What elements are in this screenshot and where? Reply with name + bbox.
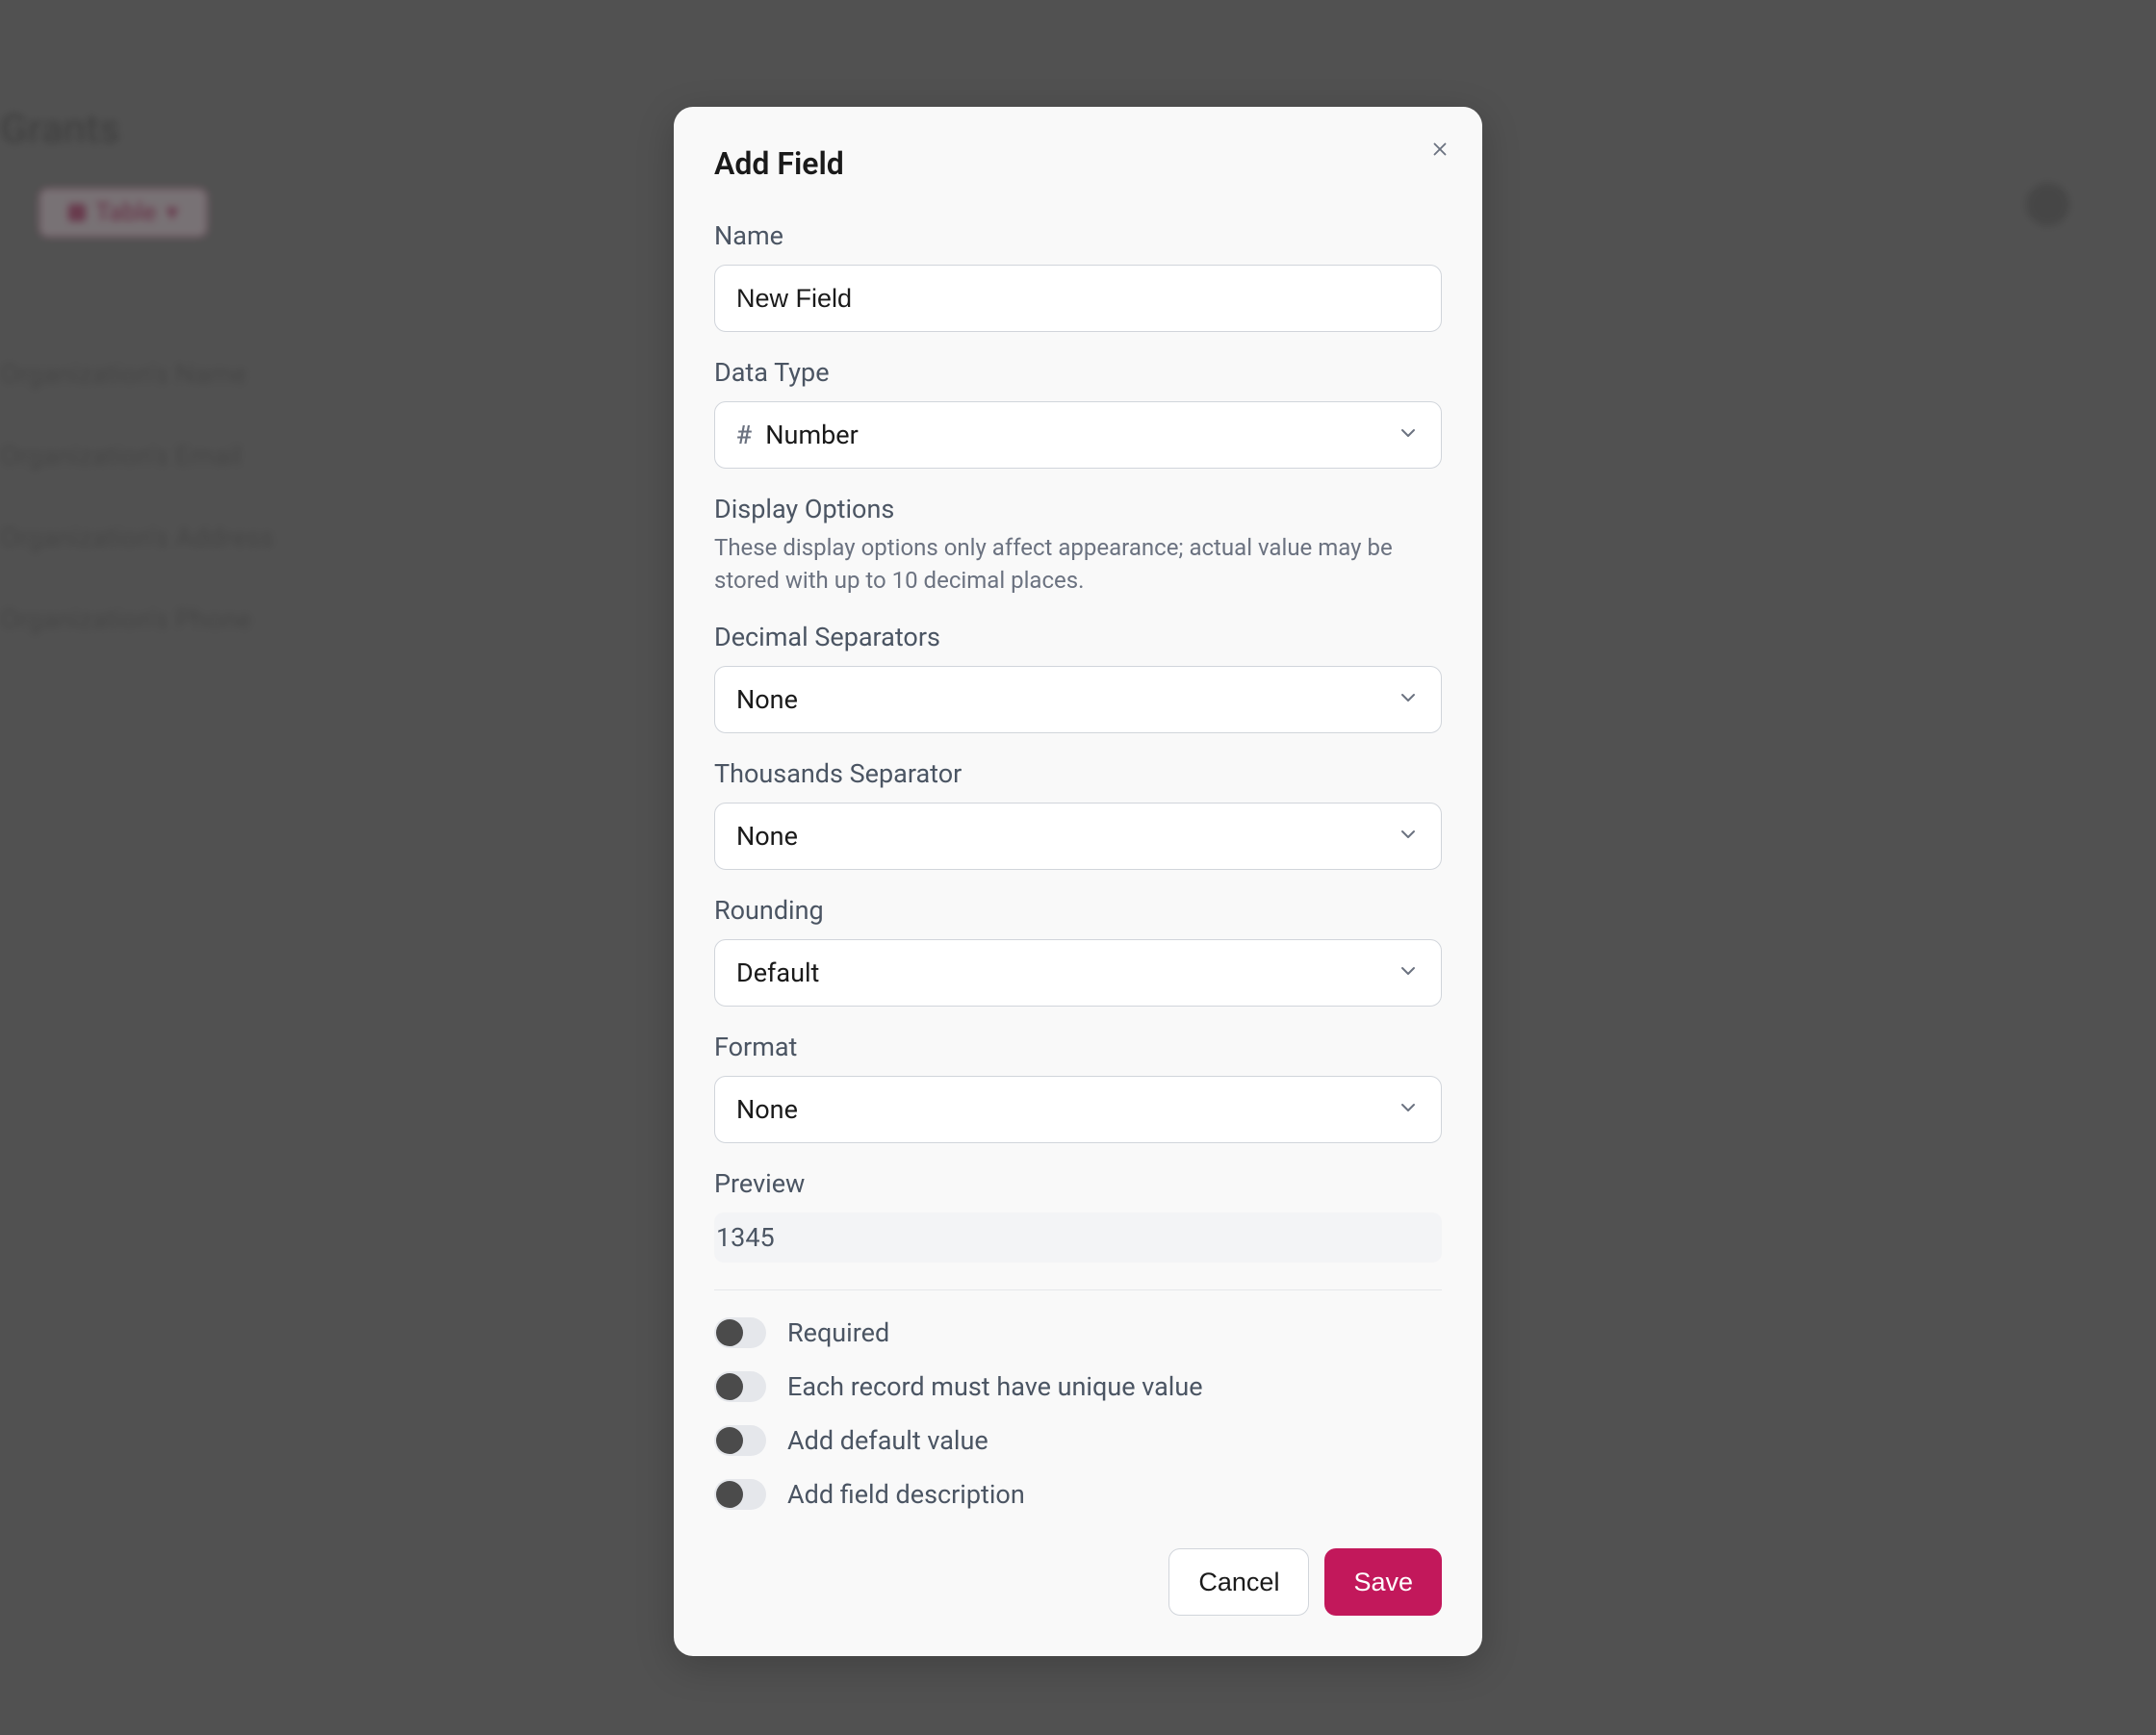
chevron-down-icon [1397, 823, 1420, 850]
format-label: Format [714, 1032, 1442, 1062]
field-description-toggle-row: Add field description [714, 1479, 1442, 1510]
close-icon [1429, 139, 1450, 160]
save-button[interactable]: Save [1324, 1548, 1442, 1616]
close-button[interactable] [1426, 136, 1453, 163]
format-select[interactable]: None [714, 1076, 1442, 1143]
decimal-separators-select[interactable]: None [714, 666, 1442, 733]
chevron-down-icon [1397, 421, 1420, 448]
rounding-group: Rounding Default [714, 895, 1442, 1007]
thousands-separator-group: Thousands Separator None [714, 758, 1442, 870]
default-value-toggle-label: Add default value [787, 1425, 988, 1456]
required-toggle[interactable] [714, 1317, 766, 1348]
display-options-section: Display Options These display options on… [714, 494, 1442, 597]
decimal-separators-label: Decimal Separators [714, 622, 1442, 652]
rounding-label: Rounding [714, 895, 1442, 926]
format-group: Format None [714, 1032, 1442, 1143]
thousands-separator-value: None [736, 821, 1397, 852]
data-type-select[interactable]: # Number [714, 401, 1442, 469]
modal-title: Add Field [714, 145, 1442, 182]
modal-overlay: Add Field Name Data Type # Number Displa… [0, 0, 2156, 1735]
required-toggle-row: Required [714, 1317, 1442, 1348]
chevron-down-icon [1397, 959, 1420, 986]
decimal-separators-group: Decimal Separators None [714, 622, 1442, 733]
rounding-select[interactable]: Default [714, 939, 1442, 1007]
divider [714, 1289, 1442, 1290]
field-description-toggle-label: Add field description [787, 1479, 1025, 1510]
display-options-title: Display Options [714, 494, 1442, 524]
preview-group: Preview 1345 [714, 1168, 1442, 1263]
data-type-group: Data Type # Number [714, 357, 1442, 469]
field-description-toggle[interactable] [714, 1479, 766, 1510]
decimal-separators-value: None [736, 684, 1397, 715]
button-row: Cancel Save [714, 1548, 1442, 1616]
name-group: Name [714, 220, 1442, 332]
chevron-down-icon [1397, 686, 1420, 713]
hash-icon: # [736, 420, 752, 450]
thousands-separator-label: Thousands Separator [714, 758, 1442, 789]
add-field-modal: Add Field Name Data Type # Number Displa… [674, 107, 1482, 1656]
unique-toggle-row: Each record must have unique value [714, 1371, 1442, 1402]
name-input[interactable] [714, 265, 1442, 332]
unique-toggle[interactable] [714, 1371, 766, 1402]
default-value-toggle-row: Add default value [714, 1425, 1442, 1456]
thousands-separator-select[interactable]: None [714, 803, 1442, 870]
data-type-label: Data Type [714, 357, 1442, 388]
chevron-down-icon [1397, 1096, 1420, 1123]
default-value-toggle[interactable] [714, 1425, 766, 1456]
name-label: Name [714, 220, 1442, 251]
preview-value: 1345 [714, 1212, 1442, 1263]
preview-label: Preview [714, 1168, 1442, 1199]
data-type-value: Number [765, 420, 1397, 450]
unique-toggle-label: Each record must have unique value [787, 1371, 1203, 1402]
cancel-button[interactable]: Cancel [1168, 1548, 1309, 1616]
rounding-value: Default [736, 957, 1397, 988]
display-options-desc: These display options only affect appear… [714, 532, 1442, 597]
format-value: None [736, 1094, 1397, 1125]
required-toggle-label: Required [787, 1317, 889, 1348]
